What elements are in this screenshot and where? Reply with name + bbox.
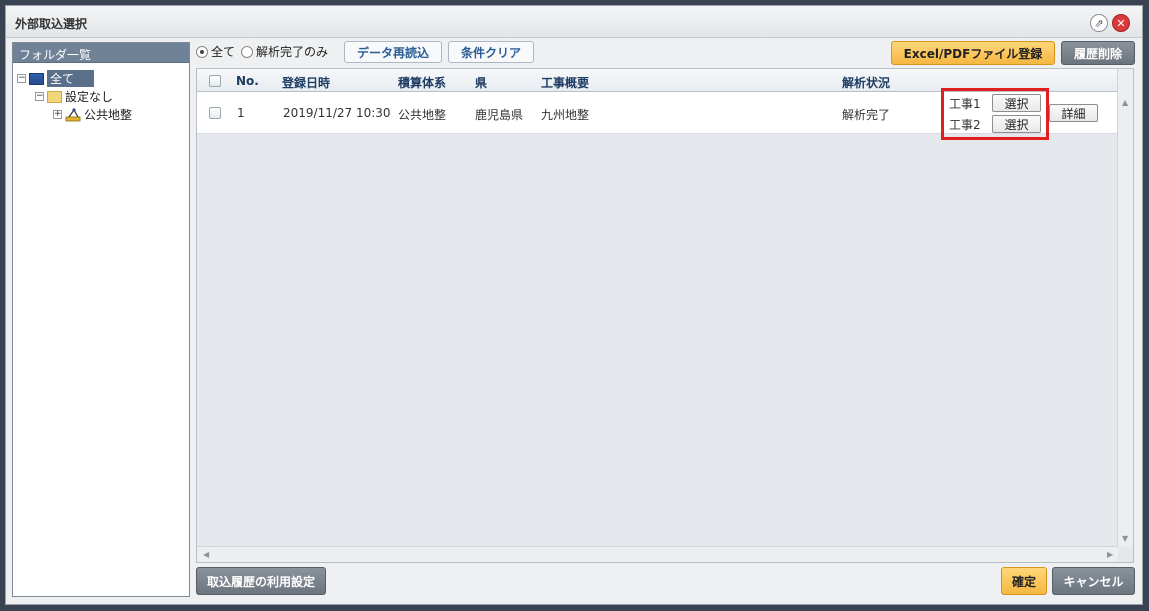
radio-all[interactable]: 全て [196, 43, 235, 60]
import-history-table: No. 登録日時 積算体系 県 工事概要 解析状況 1 2019/11/27 1… [196, 68, 1134, 563]
cell-no: 1 [237, 106, 245, 120]
computer-icon [29, 72, 44, 85]
window-title: 外部取込選択 [15, 17, 88, 31]
reload-data-button[interactable]: データ再読込 [344, 41, 442, 63]
tree-item-label: 公共地整 [84, 108, 133, 122]
import-dialog: 外部取込選択 ⇗ ✕ フォルダ一覧 − 全て − 設定なし + 公共地整 全て … [5, 5, 1143, 605]
tree-toggle-icon[interactable]: − [17, 74, 26, 83]
tree-item-label: 全て [47, 70, 95, 87]
tree-item-public[interactable]: + 公共地整 [53, 106, 132, 123]
delete-history-button[interactable]: 履歴削除 [1061, 41, 1135, 65]
column-pref[interactable]: 県 [475, 74, 487, 91]
radio-dot-icon[interactable] [241, 45, 253, 58]
column-status[interactable]: 解析状況 [842, 74, 890, 91]
cancel-button[interactable]: キャンセル [1052, 567, 1135, 595]
popout-icon[interactable]: ⇗ [1090, 14, 1108, 32]
scroll-up-icon[interactable]: ▲ [1122, 98, 1128, 107]
cell-pref: 鹿児島県 [475, 108, 524, 122]
radio-done-label: 解析完了のみ [256, 45, 329, 59]
vertical-scrollbar[interactable]: ▲ ▼ [1117, 69, 1133, 547]
tree-toggle-icon[interactable]: − [35, 92, 44, 101]
cell-date: 2019/11/27 10:30 [283, 106, 391, 120]
column-summary[interactable]: 工事概要 [541, 74, 589, 91]
radio-analysis-done[interactable]: 解析完了のみ [241, 43, 328, 60]
radio-all-label: 全て [211, 45, 236, 59]
horizontal-scrollbar[interactable]: ◀ ▶ [197, 546, 1118, 562]
clear-conditions-button[interactable]: 条件クリア [448, 41, 534, 63]
select-all-checkbox[interactable] [209, 75, 221, 87]
tree-item-none[interactable]: − 設定なし [35, 88, 113, 105]
confirm-button[interactable]: 確定 [1001, 567, 1047, 595]
tree-item-label: 設定なし [65, 90, 114, 104]
column-system[interactable]: 積算体系 [398, 74, 446, 91]
register-excel-pdf-button[interactable]: Excel/PDFファイル登録 [891, 41, 1055, 65]
close-icon[interactable]: ✕ [1112, 14, 1130, 32]
title-bar: 外部取込選択 ⇗ ✕ [6, 6, 1142, 38]
scroll-right-icon[interactable]: ▶ [1107, 550, 1113, 559]
cell-system: 公共地整 [398, 108, 447, 122]
cell-status: 解析完了 [842, 108, 891, 122]
tree-toggle-icon[interactable]: + [53, 110, 62, 119]
folder-panel-header: フォルダ一覧 [13, 43, 189, 63]
folder-panel: フォルダ一覧 − 全て − 設定なし + 公共地整 [12, 42, 190, 597]
history-settings-button[interactable]: 取込履歴の利用設定 [196, 567, 326, 595]
folder-icon [47, 90, 62, 103]
cell-summary: 九州地整 [541, 108, 590, 122]
column-date[interactable]: 登録日時 [282, 74, 330, 91]
highlight-annotation [941, 88, 1049, 140]
scroll-left-icon[interactable]: ◀ [203, 550, 209, 559]
column-no[interactable]: No. [236, 74, 259, 88]
scroll-down-icon[interactable]: ▼ [1122, 534, 1128, 543]
tree-item-all[interactable]: − 全て [17, 70, 95, 87]
row-checkbox[interactable] [209, 107, 221, 119]
radio-dot-icon[interactable] [196, 45, 208, 58]
survey-icon [65, 107, 81, 121]
detail-button[interactable]: 詳細 [1049, 104, 1098, 122]
